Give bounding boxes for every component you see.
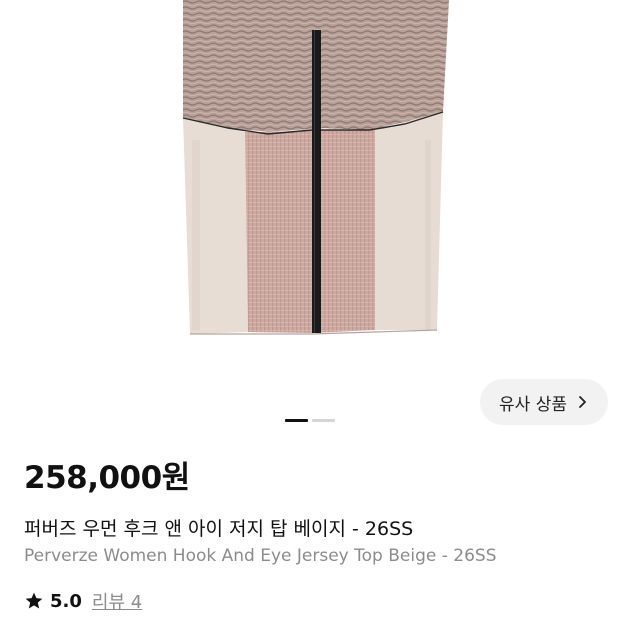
product-title-english: Perverze Women Hook And Eye Jersey Top B… xyxy=(24,546,497,566)
rating-value: 5.0 xyxy=(50,590,82,612)
pager-dot-active xyxy=(285,419,308,422)
image-pager-indicator xyxy=(285,419,335,422)
product-price: 258,000원 xyxy=(24,460,190,496)
product-title-korean: 퍼버즈 우먼 후크 앤 아이 저지 탑 베이지 - 26SS xyxy=(24,518,414,540)
pager-dot xyxy=(312,419,335,422)
reviews-link[interactable]: 리뷰 4 xyxy=(92,588,142,614)
product-image[interactable] xyxy=(0,0,620,360)
rating-row: 5.0 리뷰 4 xyxy=(24,588,142,614)
product-gallery[interactable]: 유사 상품 xyxy=(0,0,620,440)
chevron-right-icon xyxy=(579,396,586,408)
star-icon xyxy=(25,592,43,609)
similar-products-button[interactable]: 유사 상품 xyxy=(480,379,608,425)
similar-products-label: 유사 상품 xyxy=(499,394,567,415)
